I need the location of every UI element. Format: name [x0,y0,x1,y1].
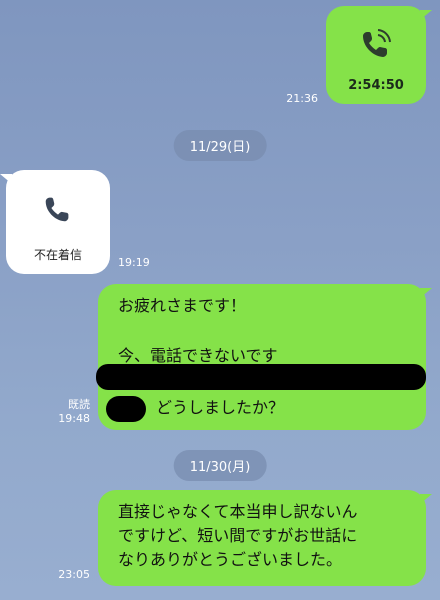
missed-call-time: 19:19 [118,256,150,269]
outgoing-call-time: 21:36 [286,92,318,105]
message-1-time: 19:48 [58,412,90,425]
phone-outgoing-icon [363,29,391,57]
message-bubble-2[interactable]: 直接じゃなくて本当申し訳ないん ですけど、短い間ですがお世話に なりありがとうご… [98,490,426,586]
date-separator-1129: 11/29(日) [173,130,267,161]
message-2-text: 直接じゃなくて本当申し訳ないん ですけど、短い間ですがお世話に なりありがとうご… [118,502,358,569]
missed-call-label: 不在着信 [33,248,82,262]
outgoing-call-bubble[interactable]: 2:54:50 [326,6,426,104]
message-bubble-1-tail [420,288,432,298]
message-line-3: どうしましたか？ [156,398,285,417]
call-duration: 2:54:50 [348,78,404,93]
read-receipt: 既読 [68,398,90,411]
phone-icon [45,197,69,222]
chat-area[interactable]: 2:54:50 21:36 11/29(日) 不在着信 19:19 お疲れさまで… [0,0,440,600]
message-line-1: お疲れさまです！ [118,296,247,315]
redacted-region-2 [106,396,146,422]
message-2-time: 23:05 [58,568,90,581]
outgoing-call-tail [420,10,432,20]
missed-call-bubble[interactable]: 不在着信 [6,170,110,274]
message-bubble-1[interactable]: お疲れさまです！ 今、電話できないです どうしましたか？ [96,284,426,430]
message-line-2-text: 今、電話できないです [118,346,278,365]
date-separator-1130: 11/30(月) [173,450,267,481]
message-bubble-2-tail [420,494,432,504]
redacted-region-1 [96,364,426,390]
